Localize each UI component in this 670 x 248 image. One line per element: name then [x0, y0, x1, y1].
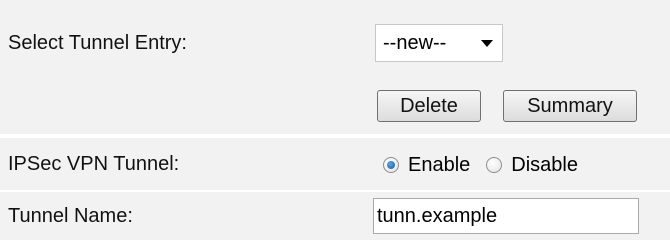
- enable-radio[interactable]: [383, 157, 399, 173]
- delete-button[interactable]: Delete: [377, 90, 481, 122]
- tunnel-name-label: Tunnel Name:: [8, 205, 133, 227]
- disable-radio-label[interactable]: Disable: [511, 154, 578, 177]
- enable-radio-label[interactable]: Enable: [408, 154, 470, 177]
- tunnel-name-input[interactable]: [373, 198, 639, 234]
- summary-button[interactable]: Summary: [503, 90, 637, 122]
- ipsec-vpn-tunnel-radio-group: Enable Disable: [383, 150, 578, 180]
- radio-selected-dot-icon: [387, 161, 395, 169]
- ipsec-vpn-tunnel-label: IPSec VPN Tunnel:: [8, 153, 180, 175]
- select-tunnel-entry-label: Select Tunnel Entry:: [8, 32, 187, 54]
- tunnel-entry-select-value: --new--: [383, 31, 447, 54]
- tunnel-entry-select[interactable]: --new--: [375, 24, 503, 62]
- dropdown-arrow-icon: [481, 40, 493, 47]
- disable-radio[interactable]: [486, 157, 503, 173]
- top-band: [0, 0, 670, 18]
- bottom-strip: [0, 240, 670, 248]
